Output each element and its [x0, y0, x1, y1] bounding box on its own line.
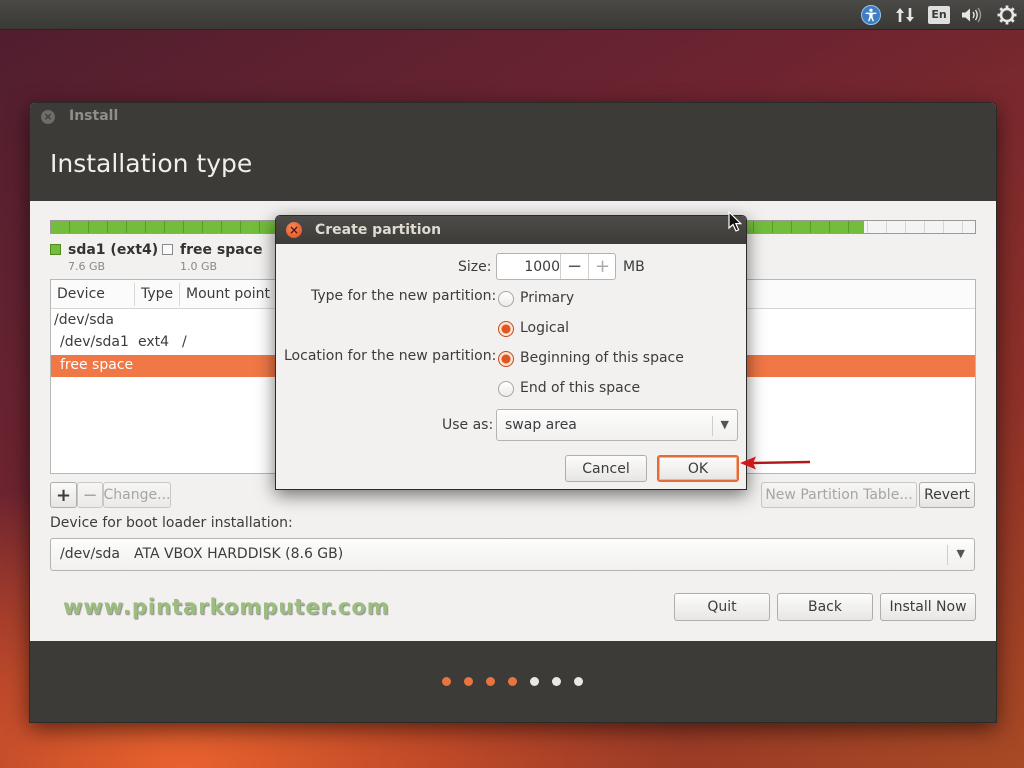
size-input[interactable]: 1000	[497, 259, 560, 275]
network-icon[interactable]	[894, 4, 916, 26]
cell-device: /dev/sda	[54, 312, 114, 328]
ok-button[interactable]: OK	[657, 455, 739, 482]
radio-button[interactable]	[498, 381, 514, 397]
close-icon[interactable]: ×	[41, 110, 55, 124]
radio-label: Beginning of this space	[520, 350, 684, 366]
column-header-type[interactable]: Type	[141, 286, 173, 302]
back-button[interactable]: Back	[777, 593, 873, 621]
top-panel: En	[0, 0, 1024, 30]
keyboard-layout-label: En	[928, 6, 950, 24]
size-unit: MB	[623, 259, 645, 275]
create-partition-dialog: × Create partition Size: 1000 − + MB Typ…	[275, 215, 747, 490]
size-label: Size:	[458, 259, 492, 275]
keyboard-layout-indicator[interactable]: En	[928, 4, 950, 26]
install-now-button[interactable]: Install Now	[880, 593, 976, 621]
legend-label: sda1 (ext4)	[68, 242, 159, 258]
legend-size: 1.0 GB	[180, 260, 218, 273]
change-partition-button[interactable]: Change...	[103, 482, 171, 508]
radio-label: Primary	[520, 290, 575, 306]
installer-footer	[30, 641, 996, 722]
sound-icon[interactable]	[960, 4, 984, 26]
radio-button[interactable]	[498, 291, 514, 307]
page-title: Installation type	[50, 149, 253, 178]
column-separator	[134, 283, 135, 306]
progress-dot-pending	[574, 677, 583, 686]
new-partition-table-button[interactable]: New Partition Table...	[761, 482, 917, 508]
settings-gear-icon[interactable]	[996, 4, 1018, 26]
radio-label: Logical	[520, 320, 570, 336]
use-as-value: swap area	[505, 417, 577, 433]
dialog-title: Create partition	[315, 222, 442, 238]
legend-swatch	[162, 244, 173, 255]
page-header: Installation type	[30, 129, 996, 201]
cell-device: free space	[60, 357, 134, 373]
column-header-mount-point[interactable]: Mount point	[186, 286, 270, 302]
radio-label: End of this space	[520, 380, 641, 396]
legend-swatch	[50, 244, 61, 255]
column-header-device[interactable]: Device	[57, 286, 105, 302]
mouse-cursor-icon	[728, 211, 742, 232]
progress-dot-done	[486, 677, 495, 686]
cancel-button[interactable]: Cancel	[565, 455, 647, 482]
cell-mount: /	[182, 334, 187, 350]
progress-dot-pending	[552, 677, 561, 686]
quit-button[interactable]: Quit	[674, 593, 770, 621]
progress-dots	[442, 677, 583, 686]
add-partition-button[interactable]: +	[50, 482, 77, 508]
column-separator	[179, 283, 180, 306]
size-spinbox[interactable]: 1000 − +	[496, 253, 616, 280]
window-title-bar: × Install	[30, 103, 996, 129]
progress-dot-done	[508, 677, 517, 686]
select-separator	[712, 416, 713, 436]
use-as-label: Use as:	[442, 417, 494, 433]
legend-label: free space	[180, 242, 263, 258]
use-as-select[interactable]: swap area ▼	[496, 409, 738, 441]
watermark: www.pintarkomputer.com	[63, 595, 390, 619]
dialog-title-bar: × Create partition	[276, 216, 746, 244]
red-arrow-annotation	[740, 456, 811, 470]
progress-dot-pending	[530, 677, 539, 686]
partition-location-label: Location for the new partition:	[284, 348, 497, 364]
accessibility-icon[interactable]	[860, 4, 882, 26]
chevron-down-icon: ▼	[956, 547, 965, 560]
radio-button-checked[interactable]	[498, 351, 514, 367]
bootloader-device-select[interactable]: /dev/sda ATA VBOX HARDDISK (8.6 GB) ▼	[50, 538, 975, 571]
revert-button[interactable]: Revert	[919, 482, 975, 508]
bootloader-label: Device for boot loader installation:	[50, 515, 293, 531]
progress-dot-done	[442, 677, 451, 686]
legend-size: 7.6 GB	[68, 260, 106, 273]
increment-button[interactable]: +	[588, 254, 616, 279]
cell-device: /dev/sda1	[60, 334, 129, 350]
bootloader-device: /dev/sda	[60, 546, 120, 562]
partition-type-label: Type for the new partition:	[311, 288, 497, 304]
select-separator	[947, 545, 948, 565]
chevron-down-icon: ▼	[720, 418, 729, 431]
radio-button-checked[interactable]	[498, 321, 514, 337]
remove-partition-button[interactable]: −	[77, 482, 103, 508]
decrement-button[interactable]: −	[560, 254, 588, 279]
close-icon[interactable]: ×	[286, 222, 302, 238]
cell-type: ext4	[138, 334, 170, 350]
progress-dot-done	[464, 677, 473, 686]
bootloader-disk: ATA VBOX HARDDISK (8.6 GB)	[134, 546, 344, 562]
window-title: Install	[69, 108, 119, 124]
